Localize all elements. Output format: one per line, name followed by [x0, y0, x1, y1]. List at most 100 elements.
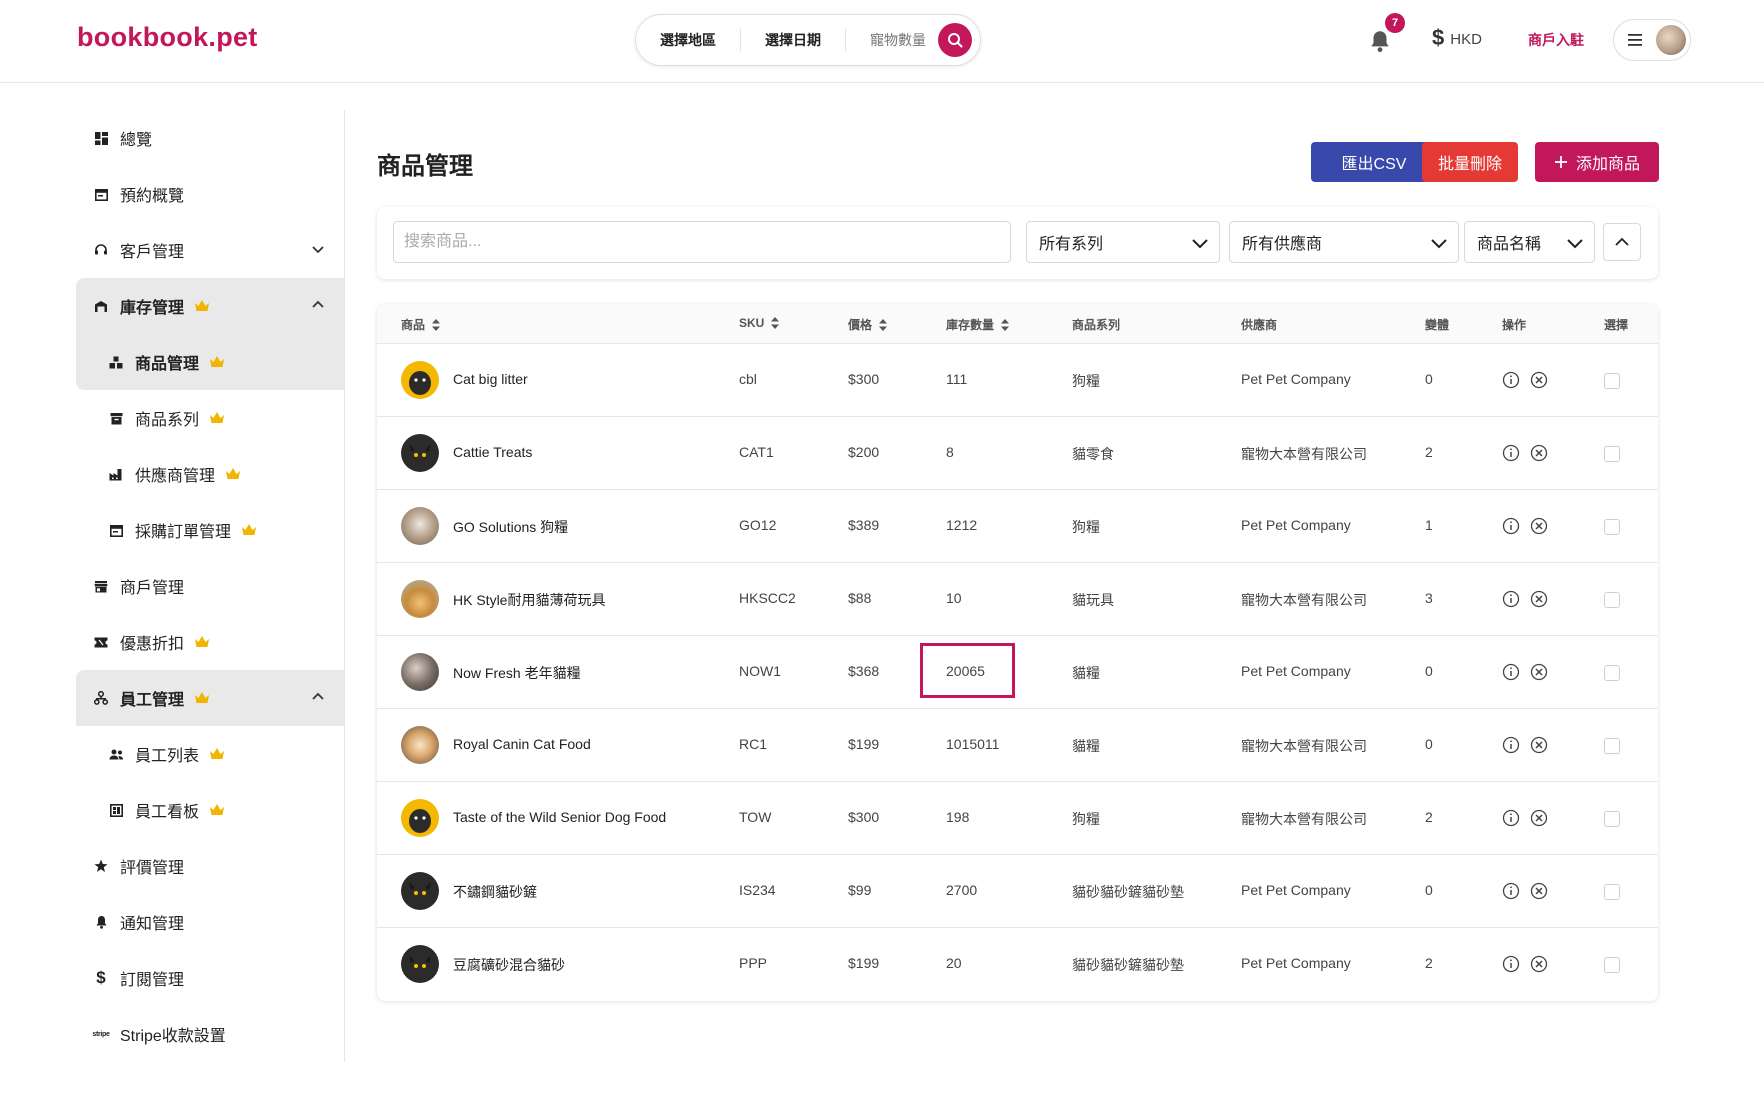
currency-selector[interactable]: $ HKD [1432, 25, 1482, 51]
table-row[interactable]: HK Style耐用貓薄荷玩具 HKSCC2 $88 10 貓玩具 寵物大本營有… [377, 563, 1658, 636]
logo[interactable]: bookbook.pet [77, 22, 258, 53]
row-select-checkbox[interactable] [1604, 592, 1620, 608]
sidebar-item-purchase-orders[interactable]: 採購訂單管理 [76, 502, 344, 558]
product-search-input[interactable] [393, 221, 1011, 263]
sidebar-item-stripe-settings[interactable]: stripe Stripe收款設置 [76, 1006, 344, 1062]
booking-search-bar[interactable]: 選擇地區 選擇日期 寵物數量 [635, 14, 981, 66]
product-name[interactable]: 豆腐礦砂混合貓砂 [453, 955, 565, 975]
sidebar-item-customer-mgmt[interactable]: 客戶管理 [76, 222, 344, 278]
product-name[interactable]: HK Style耐用貓薄荷玩具 [453, 590, 605, 610]
column-header-price[interactable]: 價格 [848, 316, 888, 333]
sidebar-item-inventory-mgmt[interactable]: 庫存管理 [76, 278, 344, 334]
info-icon[interactable] [1502, 809, 1520, 827]
info-icon[interactable] [1502, 882, 1520, 900]
table-row[interactable]: Now Fresh 老年貓糧 NOW1 $368 20065 貓糧 Pet Pe… [377, 636, 1658, 709]
column-header-sku[interactable]: SKU [739, 316, 780, 330]
row-select-checkbox[interactable] [1604, 811, 1620, 827]
delete-circle-icon[interactable] [1530, 663, 1548, 681]
sidebar-item-staff-list[interactable]: 員工列表 [76, 726, 344, 782]
product-name[interactable]: 不鏽鋼貓砂鏟 [453, 882, 537, 902]
product-variants: 1 [1425, 517, 1433, 533]
select-area-button[interactable]: 選擇地區 [636, 29, 741, 51]
sidebar-item-label: 員工列表 [135, 748, 200, 765]
row-select-checkbox[interactable] [1604, 373, 1620, 389]
table-row[interactable]: 不鏽鋼貓砂鏟 IS234 $99 2700 貓砂貓砂鏟貓砂墊 Pet Pet C… [377, 855, 1658, 928]
export-csv-button[interactable]: 匯出CSV [1311, 142, 1437, 182]
crown-icon [210, 748, 225, 759]
delete-circle-icon[interactable] [1530, 955, 1548, 973]
row-select-checkbox[interactable] [1604, 738, 1620, 754]
product-sku: CAT1 [739, 444, 774, 460]
table-row[interactable]: Cattie Treats CAT1 $200 8 貓零食 寵物大本營有限公司 … [377, 417, 1658, 490]
info-icon[interactable] [1502, 517, 1520, 535]
table-row[interactable]: Royal Canin Cat Food RC1 $199 1015011 貓糧… [377, 709, 1658, 782]
sidebar-item-overview[interactable]: 總覽 [76, 110, 344, 166]
pet-count-button[interactable]: 寵物數量 [846, 29, 936, 51]
info-icon[interactable] [1502, 663, 1520, 681]
sort-icon [432, 318, 441, 331]
sidebar-item-product-series[interactable]: 商品系列 [76, 390, 344, 446]
product-name[interactable]: Now Fresh 老年貓糧 [453, 663, 581, 683]
search-submit-button[interactable] [938, 23, 972, 57]
product-price: $389 [848, 517, 880, 533]
delete-circle-icon[interactable] [1530, 809, 1548, 827]
table-row[interactable]: 豆腐礦砂混合貓砂 PPP $199 20 貓砂貓砂鏟貓砂墊 Pet Pet Co… [377, 928, 1658, 1001]
sort-by-value: 商品名稱 [1477, 236, 1542, 253]
sidebar-item-label: 預約概覽 [120, 188, 185, 205]
sidebar-item-notifications-mgmt[interactable]: 通知管理 [76, 894, 344, 950]
star-icon [92, 857, 110, 875]
merchant-join-link[interactable]: 商戶入駐 [1528, 30, 1584, 50]
archive-icon [107, 409, 125, 427]
sidebar-item-staff-mgmt[interactable]: 員工管理 [76, 670, 344, 726]
sort-by-select[interactable]: 商品名稱 [1464, 221, 1595, 263]
delete-circle-icon[interactable] [1530, 590, 1548, 608]
column-header-stock[interactable]: 庫存數量 [946, 316, 1010, 333]
sidebar-item-product-mgmt[interactable]: 商品管理 [76, 334, 344, 390]
sidebar-item-supplier-mgmt[interactable]: 供應商管理 [76, 446, 344, 502]
product-name[interactable]: Royal Canin Cat Food [453, 736, 591, 752]
info-icon[interactable] [1502, 955, 1520, 973]
sidebar-item-label: 供應商管理 [135, 468, 216, 485]
sidebar-item-staff-board[interactable]: 員工看板 [76, 782, 344, 838]
row-select-checkbox[interactable] [1604, 519, 1620, 535]
table-row[interactable]: GO Solutions 狗糧 GO12 $389 1212 狗糧 Pet Pe… [377, 490, 1658, 563]
product-name[interactable]: Taste of the Wild Senior Dog Food [453, 809, 666, 825]
sidebar-item-booking-overview[interactable]: 預約概覽 [76, 166, 344, 222]
add-product-button[interactable]: 添加商品 [1535, 142, 1659, 182]
delete-circle-icon[interactable] [1530, 736, 1548, 754]
bell-icon [92, 913, 110, 931]
delete-circle-icon[interactable] [1530, 517, 1548, 535]
sort-icon [879, 318, 888, 331]
sidebar-item-merchant-mgmt[interactable]: 商戶管理 [76, 558, 344, 614]
product-name[interactable]: Cat big litter [453, 371, 528, 387]
info-icon[interactable] [1502, 736, 1520, 754]
supplier-filter-select[interactable]: 所有供應商 [1229, 221, 1459, 263]
info-icon[interactable] [1502, 371, 1520, 389]
row-select-checkbox[interactable] [1604, 957, 1620, 973]
delete-circle-icon[interactable] [1530, 371, 1548, 389]
chevron-up-icon [312, 692, 324, 700]
info-icon[interactable] [1502, 590, 1520, 608]
warehouse-icon [92, 297, 110, 315]
series-filter-select[interactable]: 所有系列 [1026, 221, 1220, 263]
user-menu-button[interactable] [1613, 19, 1691, 61]
bell-icon[interactable] [1367, 28, 1393, 54]
product-name[interactable]: Cattie Treats [453, 444, 532, 460]
product-thumbnail [401, 580, 439, 618]
column-header-product[interactable]: 商品 [401, 316, 441, 333]
row-select-checkbox[interactable] [1604, 446, 1620, 462]
select-date-button[interactable]: 選擇日期 [741, 29, 846, 51]
row-select-checkbox[interactable] [1604, 665, 1620, 681]
info-icon[interactable] [1502, 444, 1520, 462]
row-select-checkbox[interactable] [1604, 884, 1620, 900]
sidebar-item-reviews-mgmt[interactable]: 評價管理 [76, 838, 344, 894]
delete-circle-icon[interactable] [1530, 882, 1548, 900]
bulk-delete-button[interactable]: 批量刪除 [1422, 142, 1518, 182]
delete-circle-icon[interactable] [1530, 444, 1548, 462]
product-name[interactable]: GO Solutions 狗糧 [453, 517, 568, 537]
sidebar-item-discounts[interactable]: 優惠折扣 [76, 614, 344, 670]
table-row[interactable]: Taste of the Wild Senior Dog Food TOW $3… [377, 782, 1658, 855]
sidebar-item-subscriptions-mgmt[interactable]: $ 訂閱管理 [76, 950, 344, 1006]
table-row[interactable]: Cat big litter cbl $300 111 狗糧 Pet Pet C… [377, 344, 1658, 417]
sort-direction-button[interactable] [1603, 223, 1641, 261]
